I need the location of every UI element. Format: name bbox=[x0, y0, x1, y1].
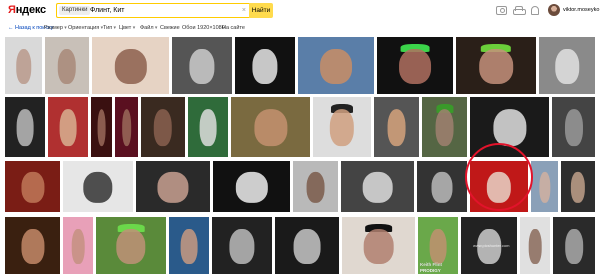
filter-bar: ← Назад к поиску Размер Ориентация Тип Ц… bbox=[0, 22, 600, 34]
image-results-grid: Keith Flint PRODIGY www.picshunter.com bbox=[0, 34, 600, 274]
image-row bbox=[0, 97, 600, 157]
image-thumbnail[interactable] bbox=[456, 37, 536, 94]
image-row bbox=[0, 37, 600, 94]
image-thumbnail[interactable] bbox=[298, 37, 374, 94]
poster-subtitle: PRODIGY bbox=[420, 268, 441, 273]
image-row: Keith Flint PRODIGY bbox=[0, 217, 600, 274]
image-thumbnail[interactable] bbox=[5, 97, 45, 157]
car-icon[interactable] bbox=[513, 6, 526, 15]
image-thumbnail[interactable] bbox=[561, 161, 595, 212]
image-thumbnail[interactable] bbox=[141, 97, 185, 157]
image-thumbnail[interactable]: Keith Flint PRODIGY bbox=[418, 217, 458, 274]
image-thumbnail[interactable] bbox=[5, 161, 60, 212]
image-thumbnail[interactable] bbox=[342, 217, 415, 274]
image-thumbnail[interactable] bbox=[531, 161, 558, 212]
image-thumbnail[interactable] bbox=[231, 97, 310, 157]
clear-icon[interactable]: × bbox=[242, 6, 246, 16]
image-thumbnail[interactable] bbox=[5, 217, 60, 274]
filter-fresh[interactable]: Свежие bbox=[160, 24, 180, 32]
filter-wallpapers[interactable]: Обои 1920×1080 bbox=[182, 24, 225, 32]
top-bar: Яндекс Картинки Флинт, Кит × Найти vikto… bbox=[0, 0, 600, 22]
find-button[interactable]: Найти bbox=[249, 3, 273, 18]
search-input[interactable]: Картинки Флинт, Кит × bbox=[56, 3, 250, 18]
image-thumbnail[interactable] bbox=[63, 161, 133, 212]
image-thumbnail[interactable] bbox=[169, 217, 209, 274]
image-thumbnail[interactable] bbox=[470, 161, 528, 212]
image-thumbnail[interactable] bbox=[96, 217, 166, 274]
image-thumbnail[interactable] bbox=[212, 217, 272, 274]
image-thumbnail[interactable] bbox=[172, 37, 232, 94]
image-thumbnail[interactable] bbox=[470, 97, 549, 157]
avatar[interactable] bbox=[548, 4, 560, 16]
image-thumbnail[interactable] bbox=[213, 161, 290, 212]
filter-file[interactable]: Файл bbox=[140, 24, 157, 32]
filter-type[interactable]: Тип bbox=[103, 24, 116, 32]
image-row bbox=[0, 161, 600, 212]
image-thumbnail[interactable] bbox=[539, 37, 595, 94]
filter-size[interactable]: Размер bbox=[44, 24, 67, 32]
image-thumbnail[interactable] bbox=[275, 217, 339, 274]
image-thumbnail[interactable] bbox=[341, 161, 414, 212]
search-service-chip[interactable]: Картинки bbox=[59, 6, 91, 15]
poster-title: Keith Flint bbox=[420, 262, 442, 267]
image-thumbnail[interactable] bbox=[136, 161, 210, 212]
image-thumbnail[interactable] bbox=[48, 97, 88, 157]
filter-color[interactable]: Цвет bbox=[119, 24, 135, 32]
image-thumbnail[interactable] bbox=[63, 217, 93, 274]
image-thumbnail[interactable] bbox=[235, 37, 295, 94]
image-thumbnail[interactable] bbox=[115, 97, 138, 157]
image-thumbnail[interactable] bbox=[188, 97, 228, 157]
bell-icon[interactable] bbox=[531, 6, 539, 15]
yandex-logo[interactable]: Яндекс bbox=[8, 4, 46, 16]
image-thumbnail[interactable] bbox=[422, 97, 467, 157]
image-watermark: www.picshunter.com bbox=[473, 243, 510, 248]
filter-orientation[interactable]: Ориентация bbox=[68, 24, 103, 32]
image-thumbnail[interactable] bbox=[374, 97, 419, 157]
search-query-text[interactable]: Флинт, Кит bbox=[90, 6, 124, 16]
username[interactable]: viktor.moseyko bbox=[563, 6, 599, 15]
image-thumbnail[interactable] bbox=[92, 37, 169, 94]
filter-on-site[interactable]: На сайте bbox=[222, 24, 245, 32]
camera-icon[interactable] bbox=[496, 6, 507, 15]
image-thumbnail[interactable] bbox=[377, 37, 453, 94]
image-thumbnail[interactable] bbox=[417, 161, 467, 212]
image-thumbnail[interactable] bbox=[553, 217, 595, 274]
image-thumbnail[interactable] bbox=[293, 161, 338, 212]
image-thumbnail[interactable] bbox=[313, 97, 371, 157]
image-thumbnail[interactable] bbox=[552, 97, 595, 157]
image-thumbnail[interactable] bbox=[5, 37, 42, 94]
image-thumbnail[interactable] bbox=[45, 37, 89, 94]
image-thumbnail[interactable] bbox=[520, 217, 550, 274]
image-thumbnail[interactable] bbox=[91, 97, 112, 157]
